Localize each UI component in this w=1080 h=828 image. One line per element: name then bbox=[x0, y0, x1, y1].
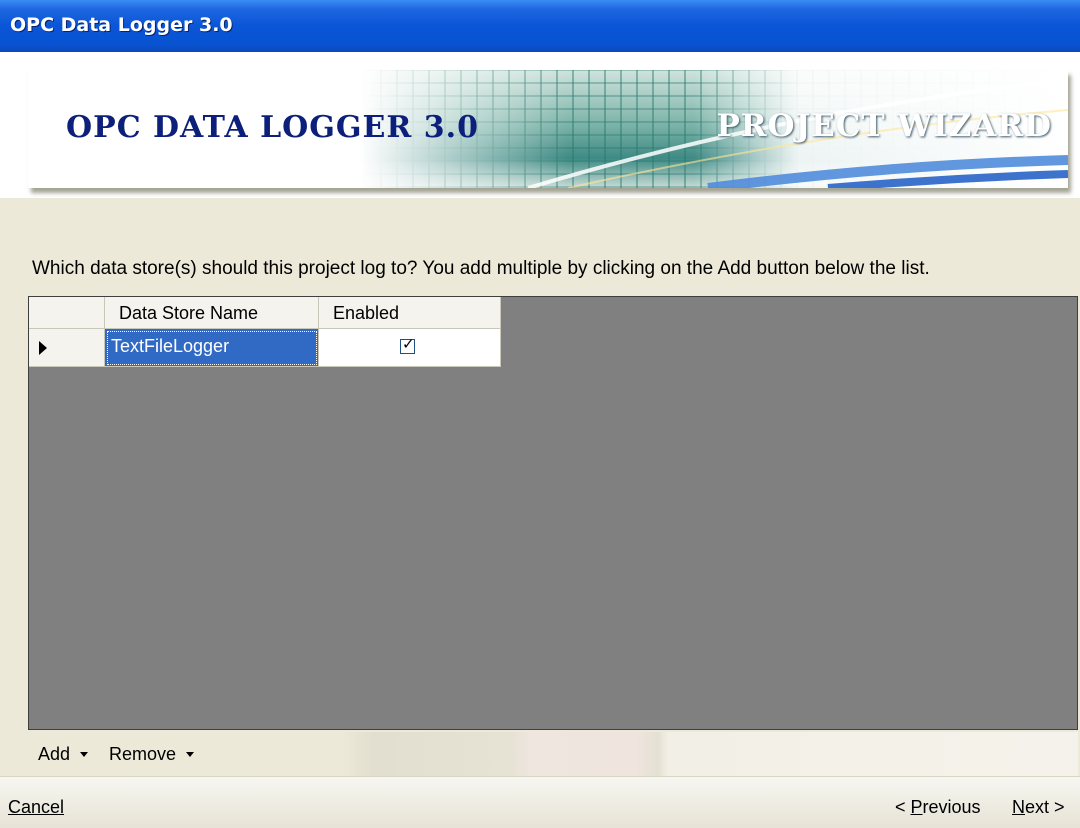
next-rest: ext > bbox=[1025, 797, 1065, 817]
remove-button-label: Remove bbox=[109, 744, 177, 764]
banner-area: OPC DATA LOGGER 3.0 PROJECT WIZARD bbox=[0, 52, 1080, 198]
instruction-text: Which data store(s) should this project … bbox=[32, 258, 930, 279]
enabled-checkbox[interactable]: ✓ bbox=[400, 335, 415, 354]
banner-brand-title: OPC DATA LOGGER 3.0 bbox=[66, 110, 479, 145]
next-mnemonic: N bbox=[1012, 797, 1025, 817]
previous-mnemonic: P bbox=[910, 797, 923, 817]
table-row[interactable]: TextFileLogger ✓ bbox=[29, 329, 501, 367]
row-header[interactable] bbox=[29, 329, 105, 367]
previous-rest: revious bbox=[922, 797, 981, 817]
column-header-data-store-name[interactable]: Data Store Name bbox=[105, 297, 319, 329]
cancel-button[interactable]: Cancel bbox=[8, 797, 64, 818]
banner-wizard-title: PROJECT WIZARD bbox=[716, 108, 1052, 144]
previous-button[interactable]: < Previous bbox=[895, 797, 981, 818]
next-button[interactable]: Next > bbox=[1012, 797, 1065, 818]
title-bar[interactable]: OPC Data Logger 3.0 bbox=[0, 0, 1080, 52]
chevron-down-icon bbox=[186, 752, 195, 757]
add-dropdown-button[interactable]: Add bbox=[38, 744, 89, 765]
add-button-label: Add bbox=[38, 744, 71, 764]
grid-header: Data Store Name Enabled bbox=[29, 297, 501, 329]
grid-corner-header[interactable] bbox=[29, 297, 105, 329]
window-title: OPC Data Logger 3.0 bbox=[10, 14, 233, 36]
wizard-footer: Cancel < Previous Next > bbox=[0, 776, 1080, 828]
row-indicator-arrow-icon bbox=[39, 341, 47, 355]
checkmark-icon: ✓ bbox=[402, 335, 415, 353]
data-store-name-cell[interactable]: TextFileLogger bbox=[105, 329, 319, 367]
grid-toolstrip: Add Remove bbox=[28, 732, 1078, 776]
wizard-banner: OPC DATA LOGGER 3.0 PROJECT WIZARD bbox=[28, 70, 1068, 188]
previous-prefix: < bbox=[895, 797, 911, 817]
wizard-window: OPC Data Logger 3.0 OPC DATA LOGGER 3.0 … bbox=[0, 0, 1080, 828]
data-store-grid[interactable]: Data Store Name Enabled TextFileLogger ✓ bbox=[28, 296, 1078, 730]
cancel-label: Cancel bbox=[8, 797, 65, 817]
enabled-cell[interactable]: ✓ bbox=[319, 329, 501, 367]
column-header-enabled[interactable]: Enabled bbox=[319, 297, 501, 329]
chevron-down-icon bbox=[80, 752, 89, 757]
remove-dropdown-button[interactable]: Remove bbox=[109, 744, 195, 765]
